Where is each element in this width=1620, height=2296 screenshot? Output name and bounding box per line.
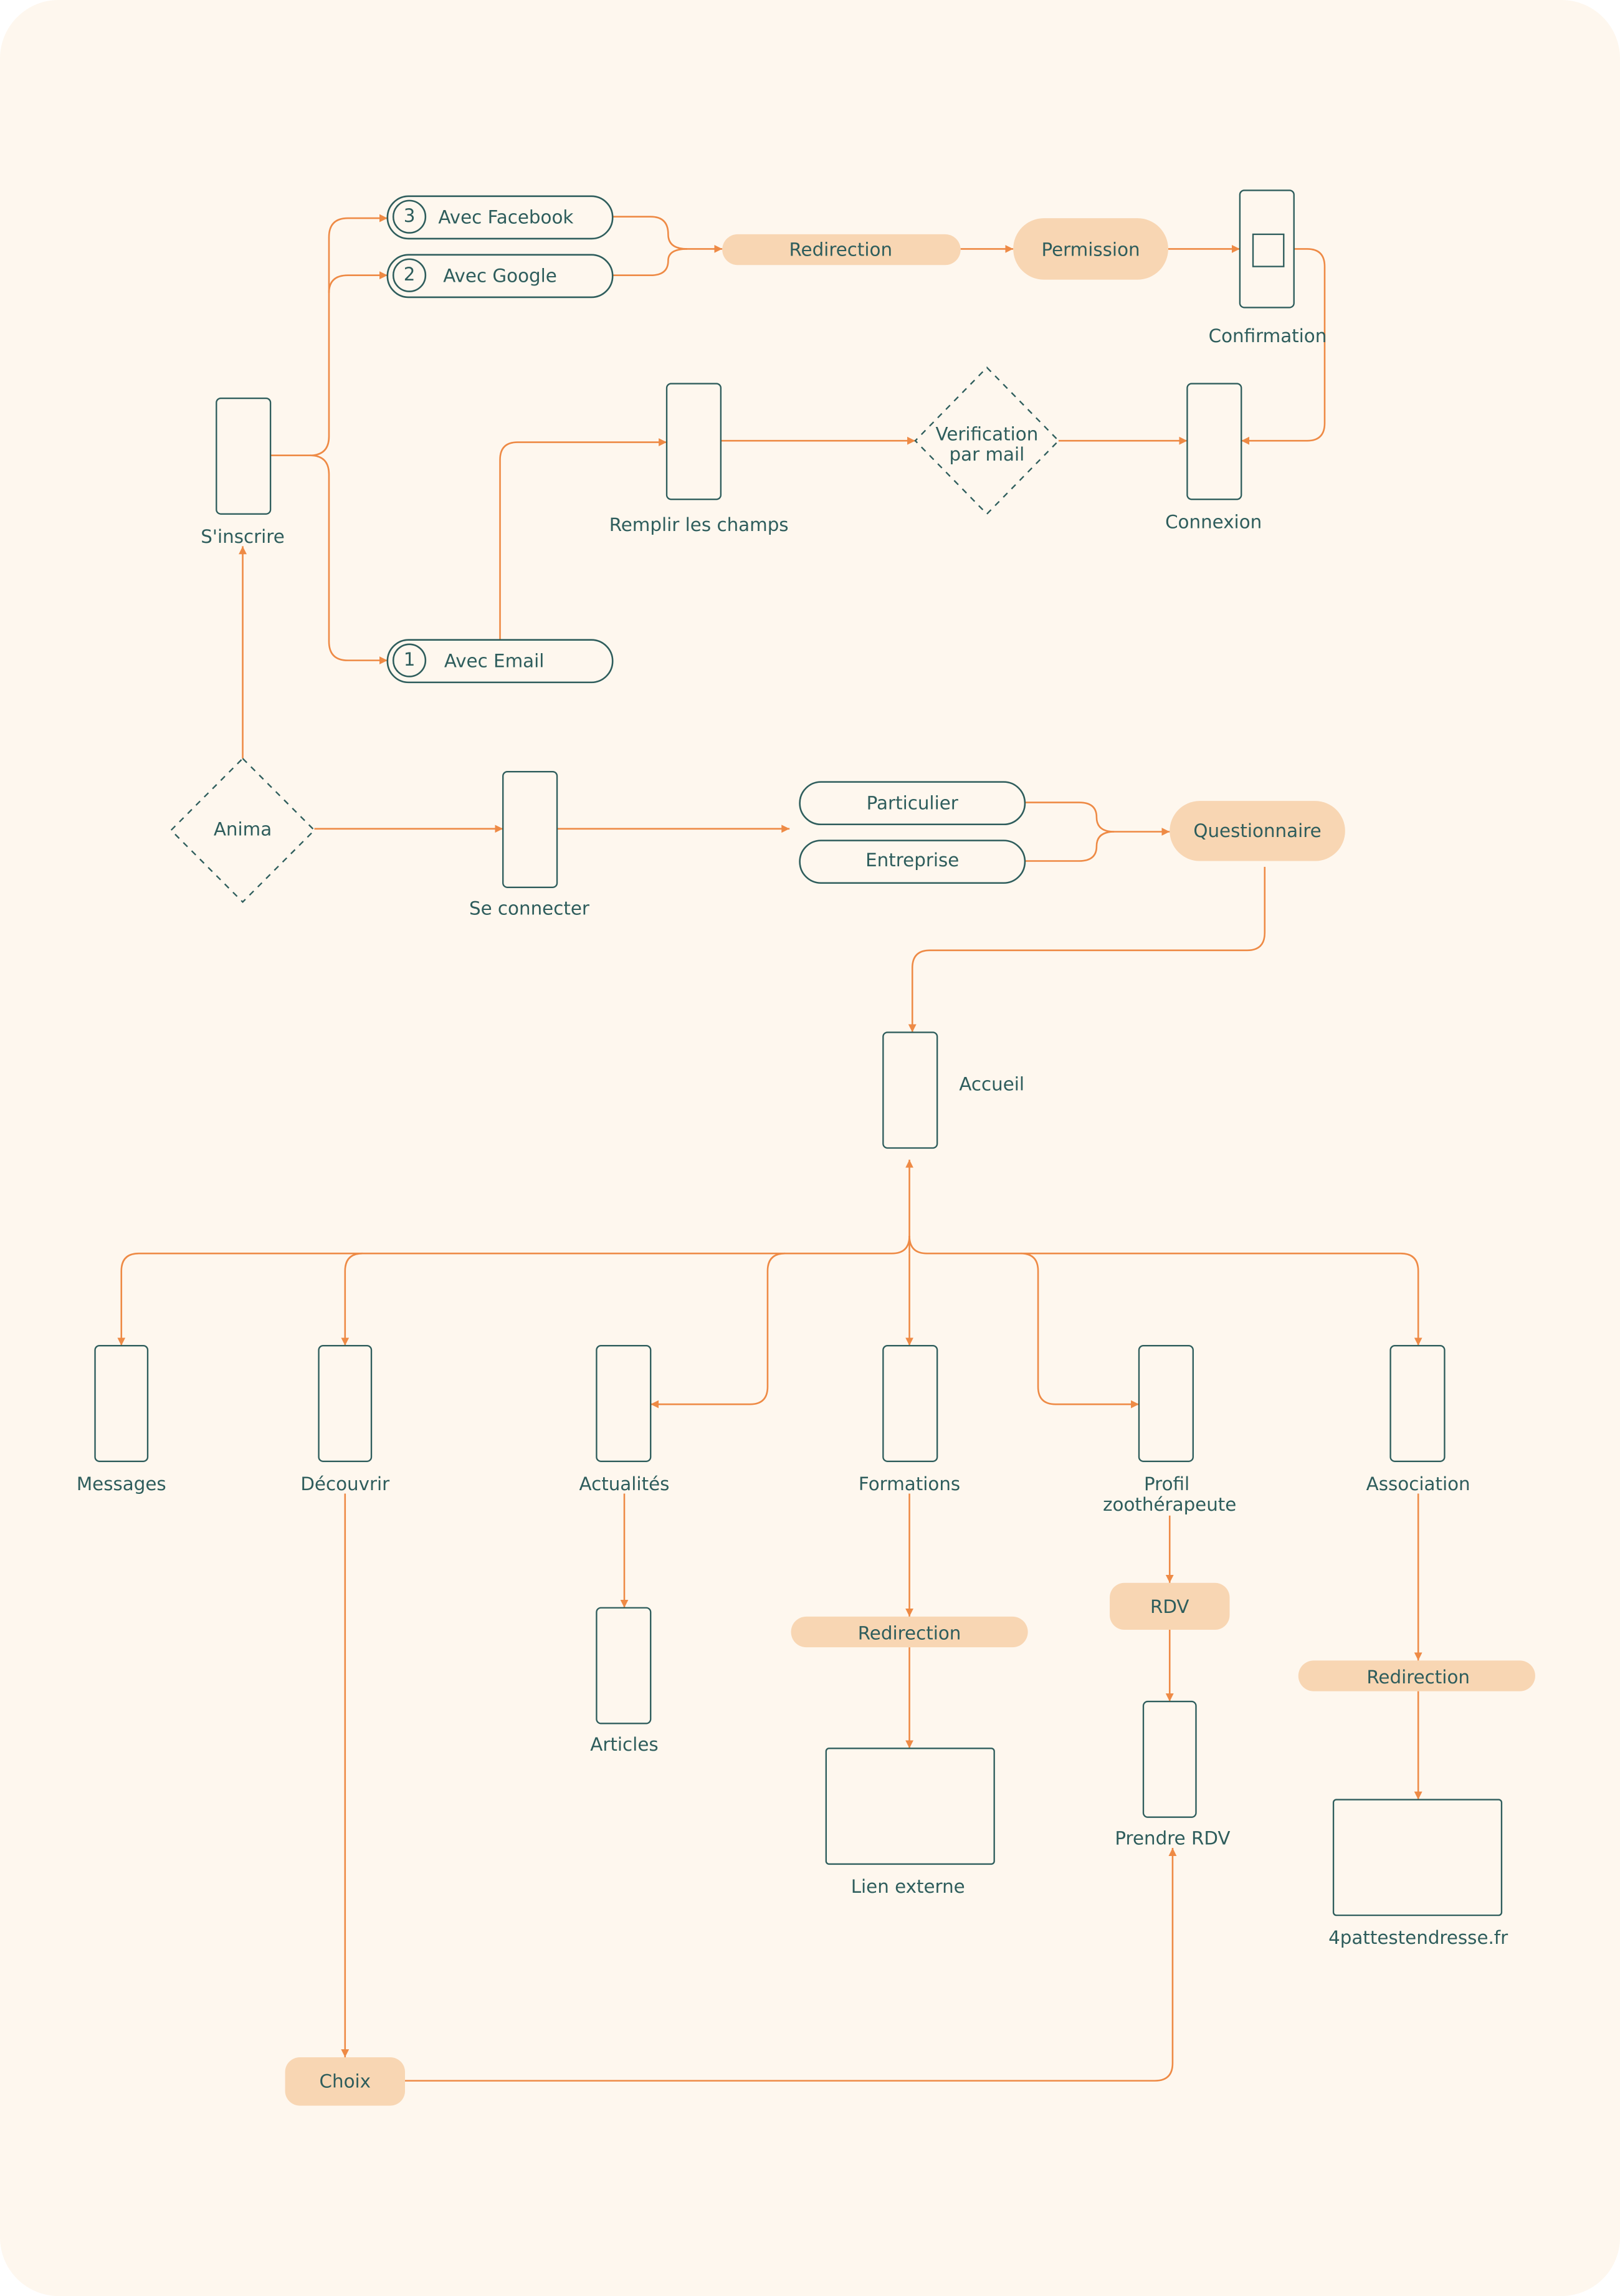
book-rdv-label: Prendre RDV bbox=[1115, 1827, 1230, 1849]
choice-label: Choix bbox=[320, 2070, 371, 2092]
option-number: 2 bbox=[404, 264, 416, 285]
external-link-label: Lien externe bbox=[851, 1876, 965, 1897]
redirection-label: Redirection bbox=[789, 239, 892, 260]
option-label: Avec Facebook bbox=[438, 207, 573, 228]
signup-label: S'inscrire bbox=[201, 526, 284, 547]
option-number: 3 bbox=[404, 205, 416, 226]
association-site-label: 4pattestendresse.fr bbox=[1328, 1927, 1508, 1948]
home-label: Accueil bbox=[959, 1073, 1024, 1094]
news-label: Actualités bbox=[579, 1473, 670, 1495]
option-label: Avec Email bbox=[444, 650, 545, 671]
redirection-label: Redirection bbox=[858, 1623, 961, 1644]
verification-label-line2: par mail bbox=[950, 444, 1025, 465]
trainings-label: Formations bbox=[859, 1473, 960, 1495]
profile-label: Particulier bbox=[867, 792, 959, 813]
login-entry-label: Se connecter bbox=[469, 898, 590, 919]
choice-action[interactable]: Choix bbox=[285, 2057, 405, 2106]
confirmation-label: Confirmation bbox=[1209, 325, 1327, 347]
profile-label: Entreprise bbox=[865, 849, 959, 871]
verification-label-line1: Verification bbox=[936, 423, 1039, 444]
redirection-association-action[interactable]: Redirection bbox=[1298, 1660, 1535, 1691]
redirection-action[interactable]: Redirection bbox=[722, 234, 961, 265]
redirection-trainings-action[interactable]: Redirection bbox=[791, 1616, 1028, 1648]
questionnaire-action[interactable]: Questionnaire bbox=[1170, 801, 1345, 861]
permission-label: Permission bbox=[1041, 239, 1140, 260]
discover-label: Découvrir bbox=[300, 1473, 390, 1495]
canvas-background bbox=[0, 0, 1620, 2296]
redirection-label: Redirection bbox=[1366, 1667, 1470, 1688]
association-label: Association bbox=[1366, 1473, 1470, 1495]
profile-label-line1: Profil bbox=[1144, 1473, 1189, 1495]
articles-label: Articles bbox=[590, 1734, 658, 1755]
flow-diagram: S'inscrire 3 Avec Facebook 2 Avec Google… bbox=[0, 0, 1620, 2296]
messages-label: Messages bbox=[77, 1473, 166, 1495]
login-screen-label: Connexion bbox=[1165, 511, 1262, 532]
anima-label: Anima bbox=[214, 819, 272, 840]
fill-fields-label: Remplir les champs bbox=[609, 514, 789, 535]
rdv-action[interactable]: RDV bbox=[1110, 1582, 1230, 1630]
option-number: 1 bbox=[404, 649, 416, 670]
permission-action[interactable]: Permission bbox=[1013, 218, 1168, 280]
rdv-label: RDV bbox=[1150, 1596, 1189, 1617]
questionnaire-label: Questionnaire bbox=[1193, 820, 1321, 841]
profile-label-line2: zoothérapeute bbox=[1103, 1494, 1236, 1515]
option-label: Avec Google bbox=[443, 265, 557, 287]
